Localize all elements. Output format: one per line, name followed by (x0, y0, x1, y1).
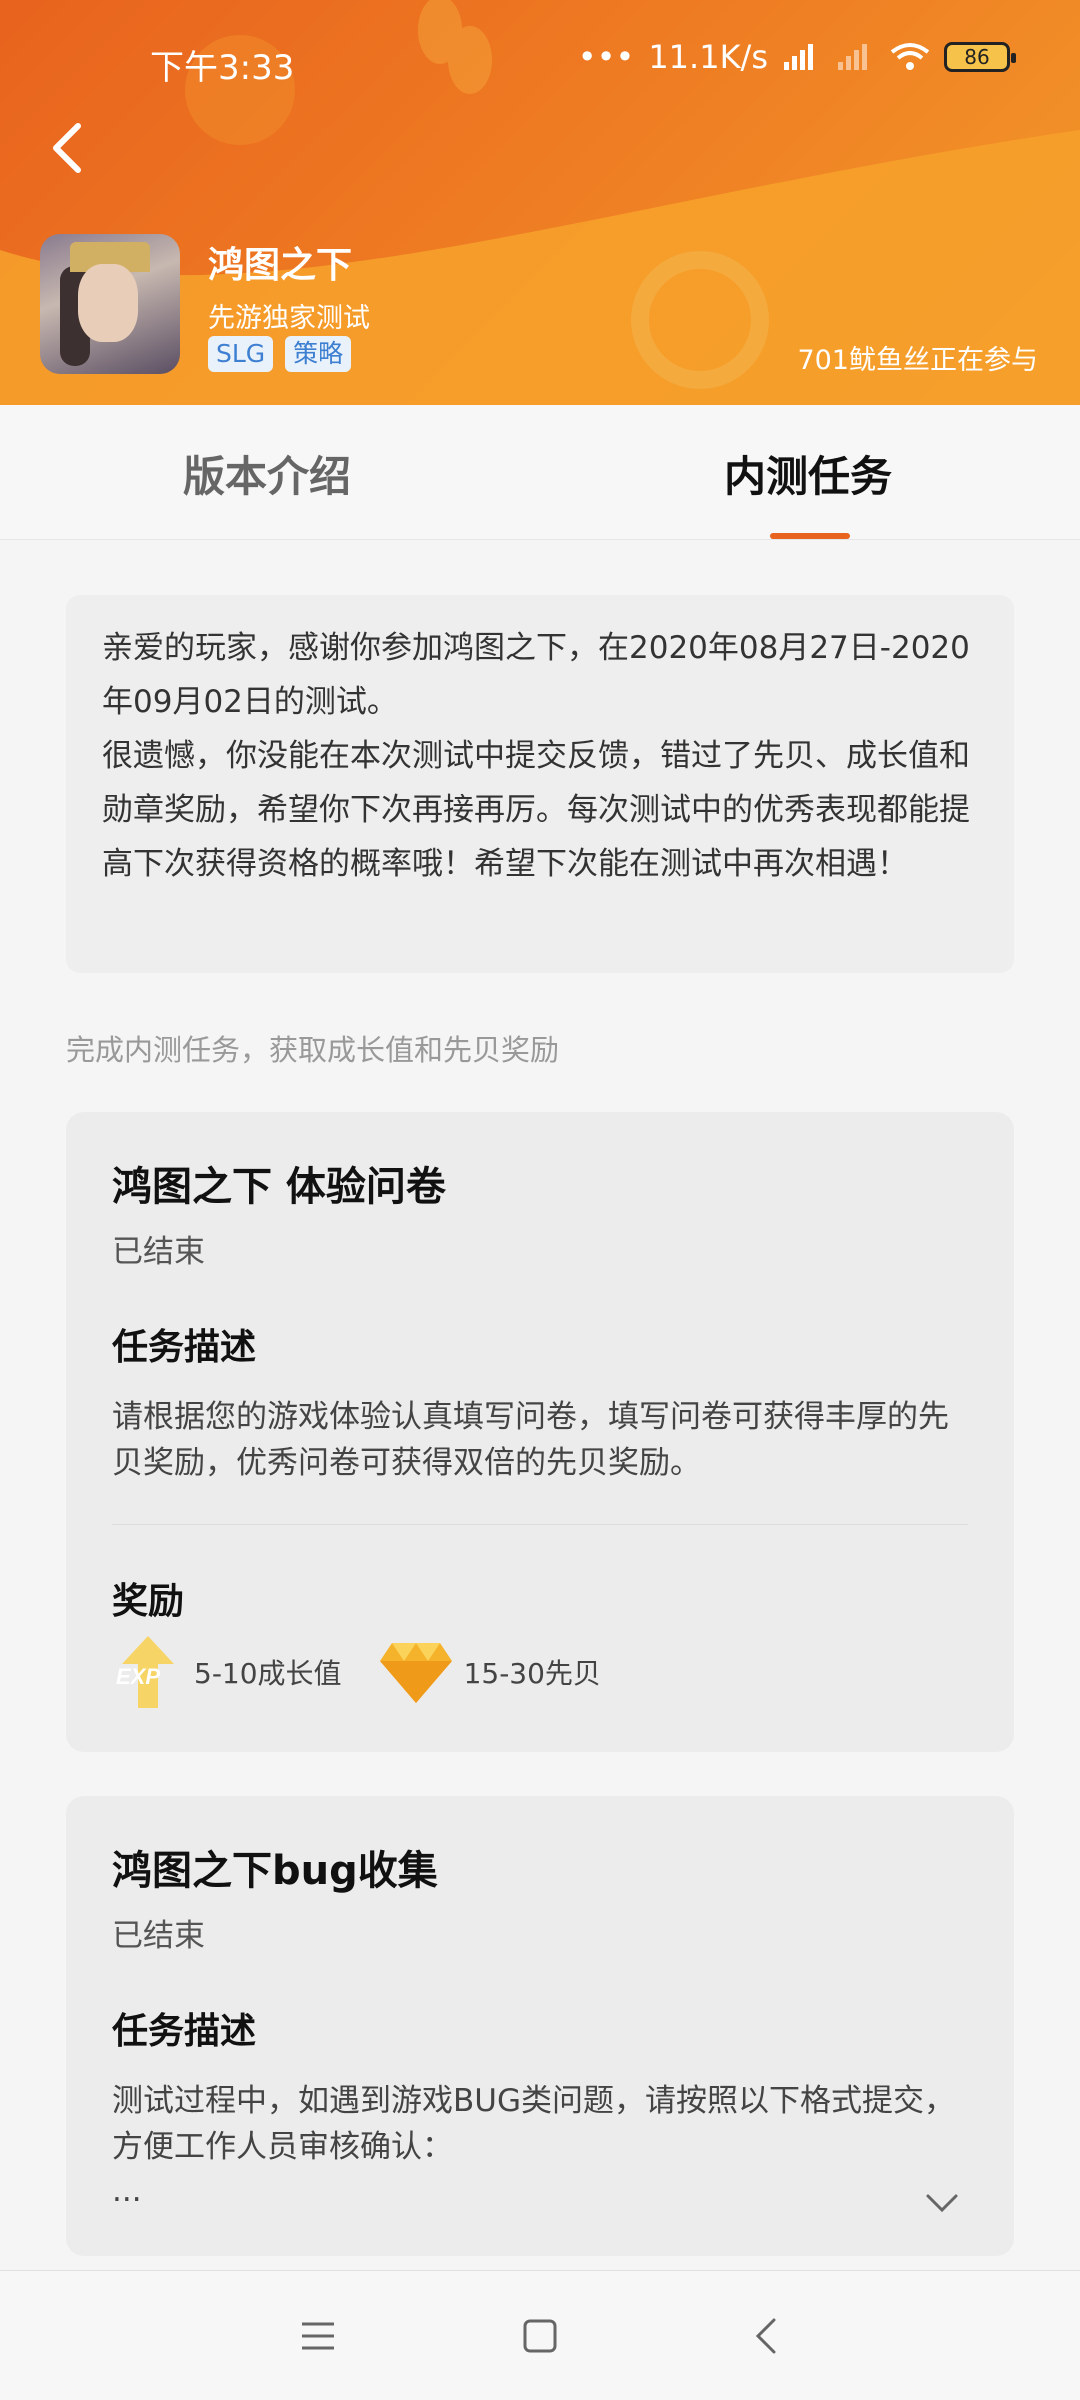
menu-icon[interactable] (298, 2316, 338, 2356)
game-subtitle: 先游独家测试 (208, 303, 370, 334)
back-icon[interactable] (748, 2316, 788, 2356)
game-tags: SLG 策略 (208, 336, 352, 372)
tag-slg[interactable]: SLG (208, 336, 274, 372)
network-speed: 11.1K/s (648, 38, 768, 76)
task-status: 已结束 (112, 1918, 205, 1954)
participants-count: 701鱿鱼丝正在参与 (797, 345, 1038, 376)
battery-icon: 86 (944, 42, 1016, 72)
reward-exp-text: 5-10成长值 (194, 1657, 342, 1690)
notice-line-1: 亲爱的玩家，感谢你参加鸿图之下，在2020年08月27日-2020年09月02日… (102, 630, 970, 720)
tab-version-intro[interactable]: 版本介绍 (183, 443, 351, 504)
task-card-survey[interactable]: 鸿图之下 体验问卷 已结束 任务描述 请根据您的游戏体验认真填写问卷，填写问卷可… (66, 1112, 1014, 1752)
task-description: 请根据您的游戏体验认真填写问卷，填写问卷可获得丰厚的先贝奖励，优秀问卷可获得双倍… (112, 1399, 949, 1481)
tasks-subhead: 完成内测任务，获取成长值和先贝奖励 (66, 1033, 560, 1067)
svg-text:EXP: EXP (116, 1664, 160, 1689)
reward-row: EXP 5-10成长值 15-30先贝 (112, 1634, 637, 1710)
status-bar: 下午3:33 ••• 11.1K/s 86 (0, 36, 1080, 88)
task-title: 鸿图之下 体验问卷 (112, 1164, 446, 1210)
task-status: 已结束 (112, 1234, 205, 1270)
divider (112, 1524, 968, 1525)
back-arrow-icon[interactable] (44, 118, 94, 178)
tab-beta-tasks[interactable]: 内测任务 (724, 443, 892, 504)
signal-hd-icon (784, 44, 813, 70)
task-desc-heading: 任务描述 (112, 1327, 257, 1368)
game-header: 下午3:33 ••• 11.1K/s 86 鸿图之下 先游独家测试 SLG 策略… (0, 0, 1080, 405)
active-tab-indicator (770, 533, 850, 539)
more-dots-icon: ••• (577, 38, 635, 76)
reward-shell-text: 15-30先贝 (463, 1657, 601, 1690)
expand-chevron-down-icon[interactable] (924, 2192, 960, 2214)
wifi-icon (890, 43, 930, 70)
task-card-bug-collection[interactable]: 鸿图之下bug收集 已结束 任务描述 测试过程中，如遇到游戏BUG类问题，请按照… (66, 1796, 1014, 2256)
game-title: 鸿图之下 (208, 245, 353, 286)
home-icon[interactable] (520, 2316, 560, 2356)
task-description-ellipsis: ... (112, 2173, 142, 2209)
tag-strategy[interactable]: 策略 (285, 336, 352, 372)
tab-bar: 版本介绍 内测任务 (0, 405, 1080, 540)
task-desc-heading: 任务描述 (112, 2011, 257, 2052)
reward-heading: 奖励 (112, 1581, 185, 1622)
notice-line-2: 很遗憾，你没能在本次测试中提交反馈，错过了先贝、成长值和勋章奖励，希望你下次再接… (102, 738, 970, 882)
exp-icon: EXP (116, 1636, 174, 1708)
diamond-icon (379, 1643, 452, 1703)
battery-level: 86 (964, 45, 990, 69)
task-title: 鸿图之下bug收集 (112, 1848, 438, 1894)
notice-box: 亲爱的玩家，感谢你参加鸿图之下，在2020年08月27日-2020年09月02日… (66, 595, 1014, 973)
signal-weak-icon (838, 44, 867, 70)
system-nav-bar (0, 2270, 1080, 2400)
task-description: 测试过程中，如遇到游戏BUG类问题，请按照以下格式提交，方便工作人员审核确认： (112, 2083, 955, 2165)
status-time: 下午3:33 (150, 48, 295, 88)
game-icon (40, 234, 180, 374)
